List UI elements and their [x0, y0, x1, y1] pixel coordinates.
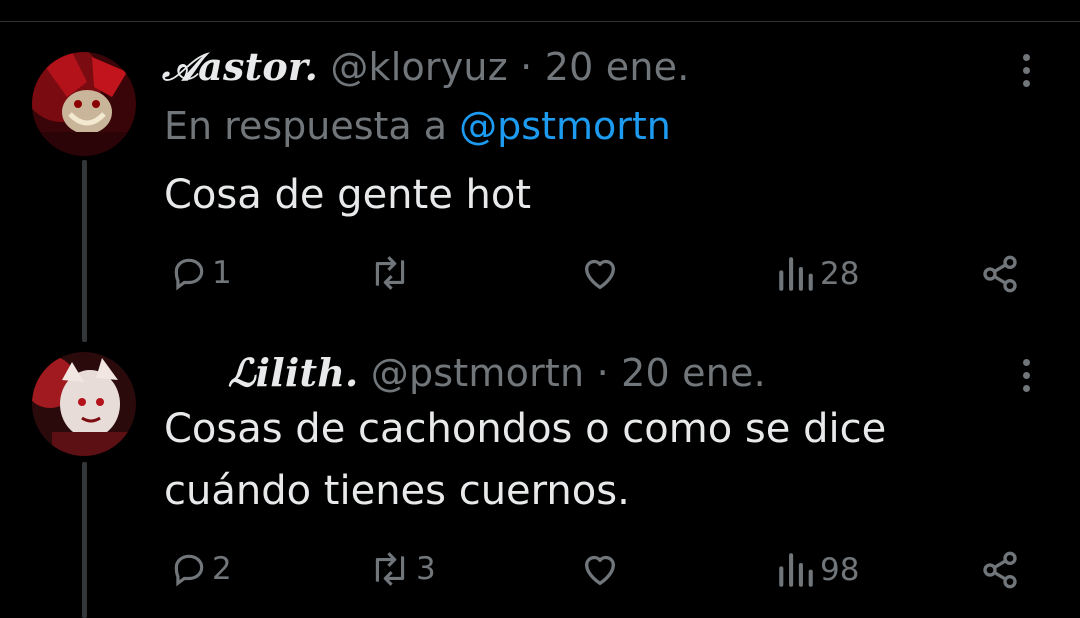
tweet-text: Cosa de gente hot — [164, 172, 532, 218]
reply-prefix: En respuesta a — [164, 104, 448, 148]
thread-line — [82, 462, 87, 618]
views-button[interactable]: 28 — [776, 256, 859, 292]
reply-count: 2 — [212, 551, 232, 587]
thread-line — [82, 160, 87, 342]
tweet-text: Cosas de cachondos o como se dice cuándo… — [164, 398, 886, 522]
more-icon[interactable] — [1023, 54, 1033, 93]
tweet-text-line: Cosas de cachondos o como se dice — [164, 406, 887, 452]
reply-button[interactable]: 2 — [170, 550, 232, 588]
timestamp[interactable]: · 20 ene. — [520, 45, 689, 89]
top-divider — [0, 21, 1080, 22]
reply-mention-link[interactable]: @pstmortn — [459, 104, 671, 148]
timestamp[interactable]: · 20 ene. — [597, 351, 766, 395]
share-icon — [983, 551, 1017, 589]
views-icon — [779, 553, 813, 587]
display-name[interactable]: ℒilith. — [228, 350, 359, 395]
share-icon — [983, 255, 1017, 293]
like-icon — [585, 259, 615, 289]
views-icon — [779, 257, 813, 291]
views-count: 98 — [820, 552, 860, 588]
share-button[interactable] — [980, 550, 1020, 590]
handle[interactable]: @kloryuz — [330, 45, 508, 89]
avatar[interactable] — [32, 52, 136, 156]
views-count: 28 — [820, 256, 860, 292]
retweet-button[interactable] — [368, 254, 416, 292]
like-icon — [585, 555, 615, 585]
share-button[interactable] — [980, 254, 1020, 294]
display-name[interactable]: 𝒜astor. — [162, 44, 318, 89]
avatar[interactable] — [32, 352, 136, 456]
more-icon[interactable] — [1023, 359, 1033, 398]
handle[interactable]: @pstmortn — [371, 351, 585, 395]
retweet-icon — [375, 552, 405, 586]
retweet-count: 3 — [416, 551, 436, 587]
reply-icon — [174, 258, 204, 291]
retweet-icon — [375, 256, 405, 290]
like-button[interactable] — [579, 550, 625, 590]
reply-count: 1 — [212, 255, 232, 291]
views-button[interactable]: 98 — [776, 552, 859, 588]
reply-icon — [174, 554, 204, 587]
tweet-text-line: cuándo tienes cuernos. — [164, 468, 630, 514]
retweet-button[interactable]: 3 — [368, 550, 436, 588]
reply-button[interactable]: 1 — [170, 254, 232, 292]
like-button[interactable] — [579, 254, 625, 294]
